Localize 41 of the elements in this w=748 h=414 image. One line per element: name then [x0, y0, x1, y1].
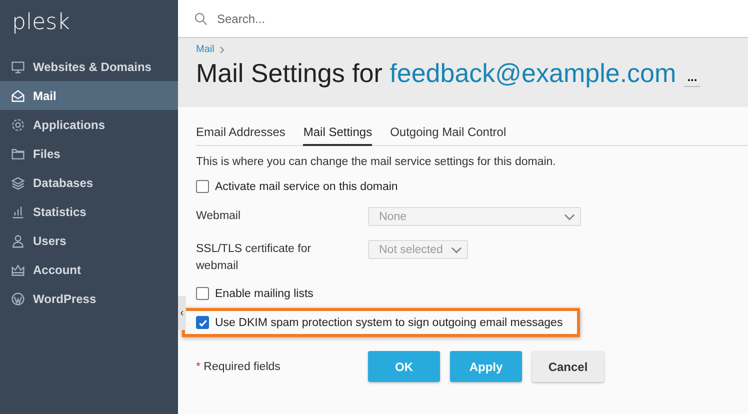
- required-note: * Required fields: [196, 360, 282, 372]
- collapse-handle[interactable]: ‹: [178, 296, 186, 330]
- field-label: SSL/TLS certificate for webmail: [196, 242, 312, 274]
- sidebar-item[interactable]: WordPress: [0, 284, 178, 313]
- layers-icon: [11, 176, 25, 190]
- search-icon: [194, 12, 208, 26]
- description-text: This is where you can change the mail service settings for this domain.: [196, 156, 557, 168]
- bar-chart-icon: [11, 204, 25, 218]
- field-label: Webmail: [196, 209, 242, 224]
- crown-icon: [11, 262, 25, 276]
- sidebar-item[interactable]: Account: [0, 255, 178, 284]
- sidebar-item[interactable]: Users: [0, 226, 178, 255]
- chevron-icon: [218, 46, 226, 54]
- checkbox[interactable]: [196, 316, 209, 329]
- more-button[interactable]: ...: [684, 70, 700, 87]
- gear-icon: [11, 118, 25, 132]
- checkbox[interactable]: [196, 287, 209, 300]
- tab[interactable]: Email Addresses: [196, 123, 286, 146]
- tab[interactable]: Mail Settings: [303, 123, 372, 146]
- sidebar-item[interactable]: Mail: [0, 81, 178, 110]
- checkbox-label: Activate mail service on this domain: [215, 180, 398, 192]
- sidebar-item[interactable]: Databases: [0, 168, 178, 197]
- chevron-down-icon: [564, 212, 575, 220]
- chevron-down-icon: [451, 246, 462, 254]
- monitor-icon: [11, 60, 25, 74]
- sidebar-item[interactable]: Websites & Domains: [0, 52, 178, 81]
- sidebar-item[interactable]: Files: [0, 139, 178, 168]
- logo: plesk: [11, 9, 71, 37]
- action-button[interactable]: Cancel: [532, 351, 604, 382]
- user-icon: [11, 234, 25, 248]
- checkbox-label: Use DKIM spam protection system to sign outgoing email messages: [215, 316, 563, 328]
- sidebar-item[interactable]: Applications: [0, 110, 178, 139]
- wordpress-icon: [11, 292, 25, 306]
- sidebar-item[interactable]: Statistics: [0, 197, 178, 226]
- folder-icon: [11, 146, 25, 160]
- page-title: Mail Settings for feedback@example.com: [196, 58, 676, 89]
- checkbox-label: Enable mailing lists: [215, 288, 314, 300]
- tab[interactable]: Outgoing Mail Control: [390, 123, 506, 146]
- envelope-icon: [11, 88, 25, 102]
- search-field[interactable]: Search...: [215, 10, 419, 26]
- checkbox[interactable]: [196, 180, 209, 193]
